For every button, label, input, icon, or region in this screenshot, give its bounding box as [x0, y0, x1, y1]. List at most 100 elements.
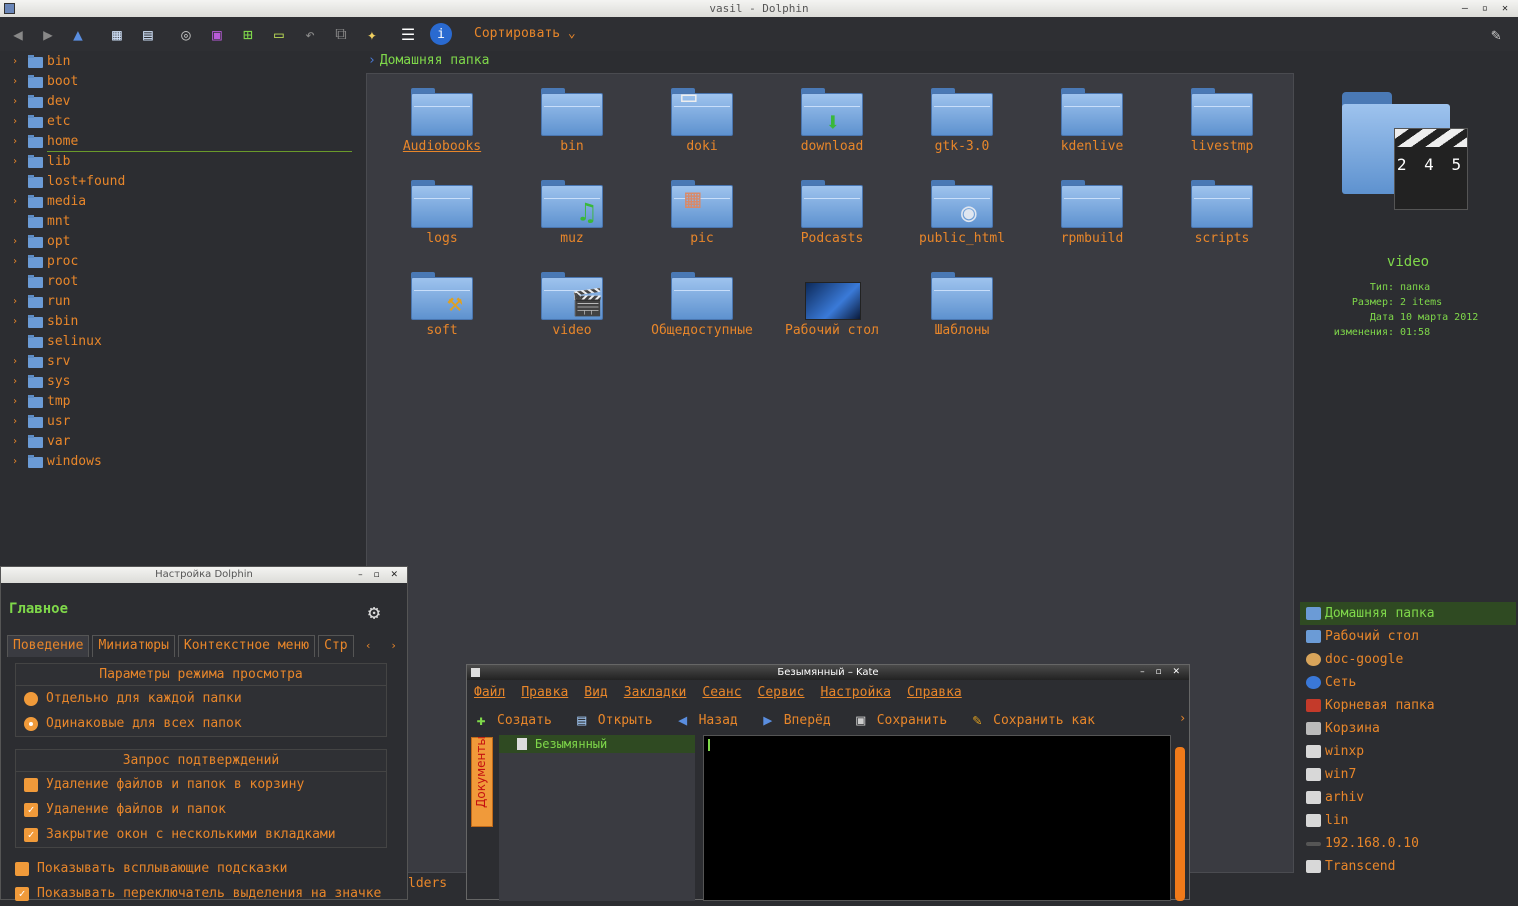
place-item[interactable]: Корневая папка — [1300, 694, 1516, 717]
arrow-left-icon[interactable]: ◀ — [6, 22, 30, 46]
chevron-right-icon[interactable]: › — [12, 412, 18, 432]
file-item[interactable]: ▦ pic — [637, 166, 767, 256]
option-row[interactable]: Показывать всплывающие подсказки — [7, 856, 403, 881]
settings-tab[interactable]: Стр — [318, 635, 354, 657]
info-icon[interactable]: i — [430, 23, 452, 45]
file-item[interactable]: Общедоступные — [637, 258, 767, 348]
kate-menu-item[interactable]: Справка — [907, 685, 962, 700]
tree-item-windows[interactable]: › windows — [2, 452, 360, 472]
tree-item-root[interactable]: root — [2, 272, 360, 292]
kate-menu-item[interactable]: Вид — [584, 685, 607, 700]
sort-dropdown[interactable]: Сортировать ⌄ — [474, 26, 576, 41]
place-item[interactable]: win7 — [1300, 763, 1516, 786]
checkbox[interactable]: ✓ — [24, 803, 38, 817]
undo-icon[interactable]: ↶ — [298, 22, 322, 46]
place-item[interactable]: doc-google — [1300, 648, 1516, 671]
file-item[interactable]: ♫ muz — [507, 166, 637, 256]
menu-icon[interactable]: ☰ — [396, 22, 420, 46]
tree-item-sys[interactable]: › sys — [2, 372, 360, 392]
breadcrumb-home[interactable]: Домашняя папка — [380, 53, 490, 68]
chevron-right-icon[interactable]: › — [12, 352, 18, 372]
chevron-right-icon[interactable]: › — [12, 92, 18, 112]
chevron-right-icon[interactable]: › — [12, 232, 18, 252]
tree-item-opt[interactable]: › opt — [2, 232, 360, 252]
tree-item-usr[interactable]: › usr — [2, 412, 360, 432]
file-item[interactable]: ⬇ download — [767, 74, 897, 164]
chevron-right-icon[interactable]: › — [12, 152, 18, 172]
chevron-right-icon[interactable]: › — [12, 52, 18, 72]
binoculars-icon[interactable]: ◎ — [174, 22, 198, 46]
kate-menu-item[interactable]: Настройка — [821, 685, 891, 700]
file-item[interactable]: Podcasts — [767, 166, 897, 256]
kate-toolbar-button[interactable]: ▶ Вперёд — [758, 711, 830, 729]
checkbox[interactable]: ✓ — [15, 887, 29, 901]
file-item[interactable]: 🎬 video — [507, 258, 637, 348]
kate-toolbar-button[interactable]: ◀ Назад — [673, 711, 738, 729]
file-item[interactable]: logs — [377, 166, 507, 256]
tree-item-srv[interactable]: › srv — [2, 352, 360, 372]
checkbox[interactable]: ✓ — [24, 828, 38, 842]
terminal-icon[interactable]: ▭ — [267, 22, 291, 46]
details-view-icon[interactable]: ▤ — [136, 22, 160, 46]
file-item[interactable]: ⚒ soft — [377, 258, 507, 348]
radio-button[interactable] — [24, 717, 38, 731]
chevron-right-icon[interactable]: › — [12, 112, 18, 132]
file-item[interactable]: Audiobooks — [377, 74, 507, 164]
window-controls[interactable]: – ▫ ✕ — [1462, 0, 1512, 17]
file-item[interactable]: gtk-3.0 — [897, 74, 1027, 164]
arrow-up-icon[interactable]: ▲ — [66, 22, 90, 46]
file-item[interactable]: ▭ doki — [637, 74, 767, 164]
chevron-right-icon[interactable]: › — [12, 192, 18, 212]
place-item[interactable]: lin — [1300, 809, 1516, 832]
kate-window-controls[interactable]: – ▫ ✕ — [1140, 665, 1184, 680]
place-item[interactable]: 192.168.0.10 — [1300, 832, 1516, 855]
kate-menu-item[interactable]: Правка — [521, 685, 568, 700]
kate-toolbar-button[interactable]: ✚ Создать — [471, 711, 551, 729]
chevron-right-icon[interactable]: › — [12, 312, 18, 332]
kate-toolbar-button[interactable]: ▣ Сохранить — [851, 711, 947, 729]
file-item[interactable]: Рабочий стол — [767, 258, 897, 348]
chevron-right-icon[interactable]: › — [12, 372, 18, 392]
place-item[interactable]: Сеть — [1300, 671, 1516, 694]
tree-item-dev[interactable]: › dev — [2, 92, 360, 112]
dolphin-app-icon[interactable] — [4, 3, 15, 14]
kate-toolbar-button[interactable]: ▤ Открыть — [572, 711, 652, 729]
breadcrumb[interactable]: › Домашняя папка — [368, 53, 489, 68]
kate-document-item[interactable]: Безымянный — [499, 735, 695, 753]
option-row[interactable]: Отдельно для каждой папки — [16, 686, 386, 711]
option-row[interactable]: Удаление файлов и папок в корзину — [16, 772, 386, 797]
tree-item-var[interactable]: › var — [2, 432, 360, 452]
checkbox[interactable] — [24, 778, 38, 792]
tree-item-mnt[interactable]: mnt — [2, 212, 360, 232]
chevron-right-icon[interactable]: › — [12, 252, 18, 272]
option-row[interactable]: ✓ Показывать переключатель выделения на з… — [7, 881, 403, 906]
file-item[interactable]: Шаблоны — [897, 258, 1027, 348]
settings-tab[interactable]: Поведение — [7, 635, 90, 657]
file-item[interactable]: scripts — [1157, 166, 1287, 256]
chevron-right-icon[interactable]: › — [12, 392, 18, 412]
radio-button[interactable] — [24, 692, 38, 706]
tree-item-media[interactable]: › media — [2, 192, 360, 212]
place-item[interactable]: arhiv — [1300, 786, 1516, 809]
place-item[interactable]: Корзина — [1300, 717, 1516, 740]
documents-side-tab[interactable]: Документы — [471, 736, 493, 827]
file-item[interactable]: kdenlive — [1027, 74, 1157, 164]
kate-menu-item[interactable]: Закладки — [624, 685, 687, 700]
option-row[interactable]: Одинаковые для всех папок — [16, 711, 386, 736]
chevron-right-icon[interactable]: › — [12, 72, 18, 92]
new-folder-icon[interactable]: ✦ — [360, 22, 384, 46]
settings-tab[interactable]: Миниатюры — [92, 635, 175, 657]
tree-item-boot[interactable]: › boot — [2, 72, 360, 92]
tree-item-home[interactable]: › home — [2, 132, 360, 152]
tree-item-proc[interactable]: › proc — [2, 252, 360, 272]
tree-item-etc[interactable]: › etc — [2, 112, 360, 132]
option-row[interactable]: ✓ Удаление файлов и папок — [16, 797, 386, 822]
copy-icon[interactable]: ⧉ — [329, 22, 353, 46]
kate-menu-item[interactable]: Сеанс — [702, 685, 741, 700]
tree-item-selinux[interactable]: selinux — [2, 332, 360, 352]
place-item[interactable]: winxp — [1300, 740, 1516, 763]
tree-item-run[interactable]: › run — [2, 292, 360, 312]
kate-menu-item[interactable]: Файл — [474, 685, 505, 700]
checkbox[interactable] — [15, 862, 29, 876]
settings-tab[interactable]: Контекстное меню — [177, 635, 316, 657]
